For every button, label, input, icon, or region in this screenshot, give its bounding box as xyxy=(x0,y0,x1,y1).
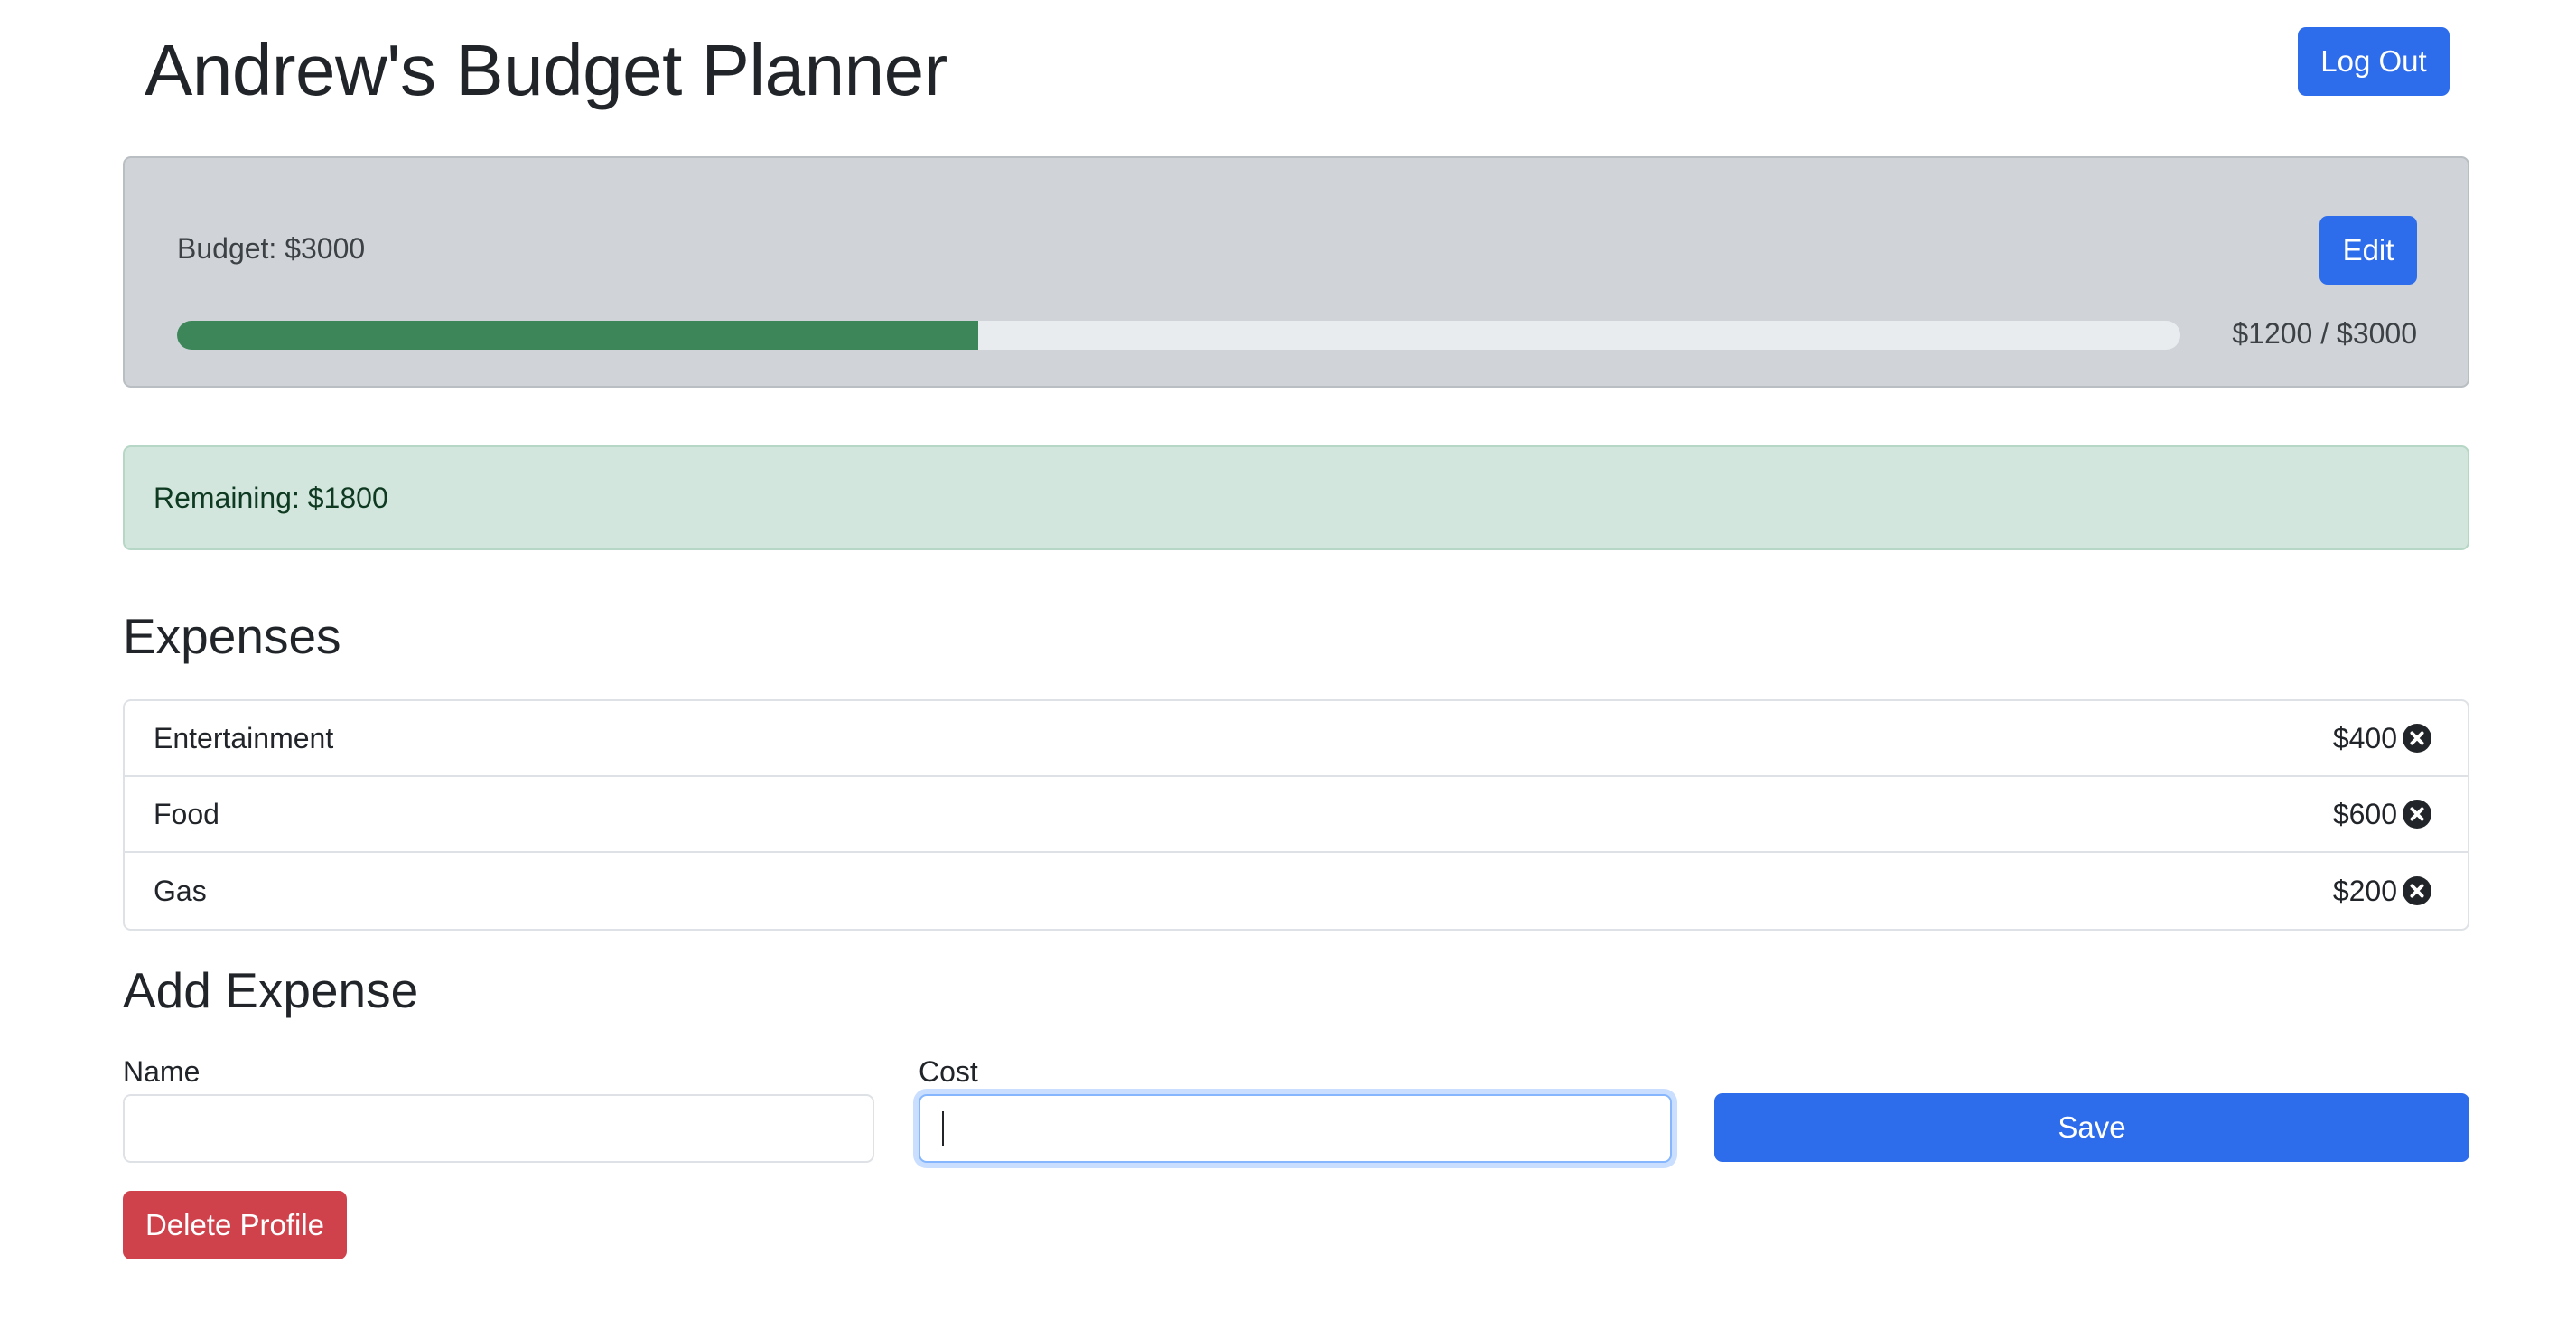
remove-expense-icon[interactable] xyxy=(2403,800,2431,829)
expense-cost-group: $600 xyxy=(2333,798,2431,831)
log-out-button[interactable]: Log Out xyxy=(2298,27,2450,96)
budget-label: Budget: $3000 xyxy=(177,232,366,265)
expense-name: Entertainment xyxy=(154,721,334,754)
budget-card: Budget: $3000 Edit $1200 / $3000 xyxy=(123,156,2469,388)
delete-profile-button[interactable]: Delete Profile xyxy=(123,1191,347,1259)
expense-name: Food xyxy=(154,797,219,830)
remove-expense-icon[interactable] xyxy=(2403,724,2431,753)
remaining-text: Remaining: $1800 xyxy=(154,481,388,514)
name-field-label: Name xyxy=(123,1055,201,1088)
budget-progress-fill xyxy=(177,321,979,350)
cost-input[interactable] xyxy=(919,1094,1672,1163)
expense-cost-group: $200 xyxy=(2333,875,2431,908)
save-expense-button[interactable]: Save xyxy=(1714,1093,2469,1162)
text-caret xyxy=(942,1111,944,1146)
expense-name: Gas xyxy=(154,874,207,907)
remaining-alert: Remaining: $1800 xyxy=(123,445,2469,550)
expenses-heading: Expenses xyxy=(123,608,341,664)
expense-cost: $200 xyxy=(2332,874,2397,907)
expense-cost: $600 xyxy=(2332,797,2397,830)
expense-row: Gas $200 xyxy=(125,853,2468,929)
expense-list: Entertainment $400 Food $600 Gas $200 xyxy=(123,699,2469,931)
add-expense-heading: Add Expense xyxy=(123,962,419,1018)
cost-field-label: Cost xyxy=(919,1055,978,1088)
budget-progress-bar xyxy=(177,321,2180,350)
expense-cost: $400 xyxy=(2332,721,2397,754)
remove-expense-icon[interactable] xyxy=(2403,876,2431,905)
expense-row: Food $600 xyxy=(125,777,2468,853)
budget-progress-text: $1200 / $3000 xyxy=(2232,317,2417,350)
budget-planner-page: Andrew's Budget Planner Log Out Budget: … xyxy=(0,0,2576,1339)
expense-cost-group: $400 xyxy=(2333,722,2431,755)
expense-row: Entertainment $400 xyxy=(125,701,2468,777)
edit-budget-button[interactable]: Edit xyxy=(2319,216,2417,285)
name-input[interactable] xyxy=(123,1094,874,1163)
page-title: Andrew's Budget Planner xyxy=(145,30,947,110)
